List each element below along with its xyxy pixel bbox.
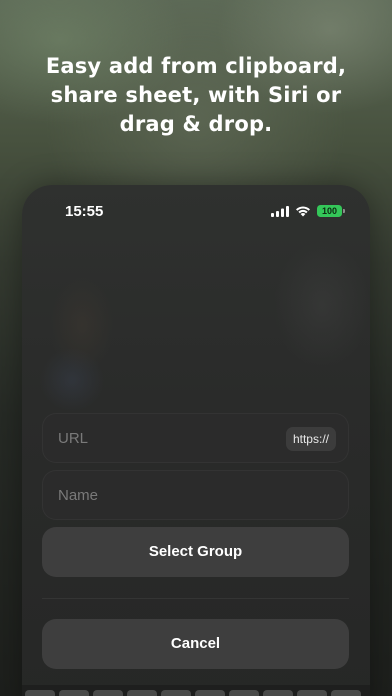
select-group-button[interactable]: Select Group — [42, 527, 349, 577]
keyboard-key[interactable] — [331, 690, 361, 696]
keyboard-key[interactable] — [59, 690, 89, 696]
status-bar: 15:55 100 — [22, 185, 370, 237]
battery-tip — [343, 209, 345, 213]
wifi-icon — [296, 206, 310, 217]
url-input[interactable]: URL https:// — [42, 413, 349, 463]
battery-indicator: 100 — [317, 205, 342, 217]
https-prefix-button[interactable]: https:// — [285, 427, 336, 451]
phone-screen: 15:55 100 URL https:// Name Select Group… — [22, 185, 370, 696]
keyboard-key[interactable] — [229, 690, 259, 696]
keyboard-key[interactable] — [195, 690, 225, 696]
keyboard — [22, 685, 370, 696]
headline-text: Easy add from clipboard, share sheet, wi… — [45, 54, 347, 136]
keyboard-key[interactable] — [263, 690, 293, 696]
keyboard-key[interactable] — [25, 690, 55, 696]
status-time: 15:55 — [65, 203, 104, 220]
divider — [42, 598, 349, 599]
name-input[interactable]: Name — [42, 470, 349, 520]
url-placeholder: URL — [58, 430, 89, 447]
name-placeholder: Name — [58, 487, 99, 504]
keyboard-key[interactable] — [297, 690, 327, 696]
keyboard-key[interactable] — [127, 690, 157, 696]
cancel-button[interactable]: Cancel — [42, 619, 349, 669]
cellular-signal-icon — [271, 206, 289, 217]
keyboard-key[interactable] — [93, 690, 123, 696]
keyboard-key[interactable] — [161, 690, 191, 696]
